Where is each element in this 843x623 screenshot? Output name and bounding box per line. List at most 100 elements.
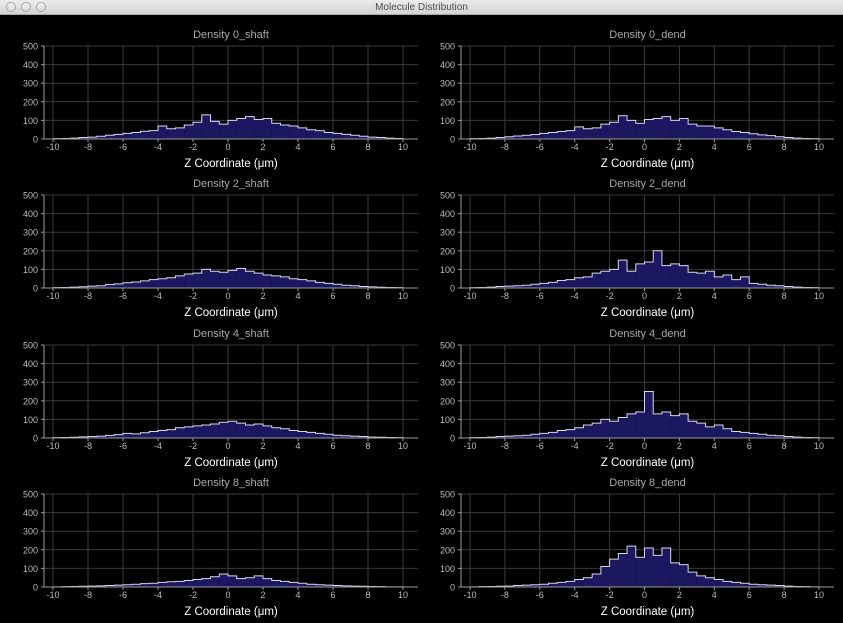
- histogram-bar: [263, 118, 272, 139]
- histogram-bar: [131, 282, 141, 288]
- y-tick-label: 100: [440, 564, 455, 574]
- histogram-bar: [289, 430, 298, 438]
- histogram-bar: [539, 433, 549, 438]
- y-tick-label: 500: [23, 191, 38, 201]
- histogram-bar: [298, 583, 307, 587]
- x-tick-label: 0: [642, 590, 647, 600]
- histogram-bar: [557, 430, 566, 438]
- histogram-bar: [688, 421, 697, 438]
- histogram-bar: [245, 577, 255, 587]
- histogram-bar: [289, 125, 298, 139]
- histogram-bar: [653, 250, 662, 288]
- histogram-bar: [609, 559, 619, 587]
- histogram-bar: [333, 133, 342, 139]
- y-tick-label: 0: [33, 434, 38, 444]
- y-tick-label: 200: [23, 97, 38, 107]
- histogram-bar: [749, 133, 758, 139]
- y-tick-label: 100: [23, 116, 38, 126]
- histogram-bar: [531, 434, 540, 438]
- histogram-bar: [635, 263, 645, 288]
- histogram-bar: [705, 426, 715, 438]
- x-axis-label: Z Coordinate (μm): [184, 307, 278, 319]
- y-tick-label: 300: [440, 527, 455, 537]
- histogram-bar: [184, 274, 193, 288]
- x-tick-label: -4: [571, 441, 579, 451]
- y-tick-label: 400: [440, 508, 455, 518]
- x-tick-label: -10: [463, 291, 476, 301]
- x-tick-label: 0: [642, 441, 647, 451]
- histogram-bar: [245, 424, 255, 438]
- histogram-bar: [271, 123, 281, 139]
- x-axis-label: Z Coordinate (μm): [601, 457, 695, 469]
- x-tick-label: -2: [189, 291, 197, 301]
- x-tick-label: -8: [501, 291, 509, 301]
- histogram-bar: [565, 279, 575, 288]
- histogram-bar: [740, 132, 750, 139]
- y-tick-label: 100: [440, 116, 455, 126]
- x-tick-label: 0: [225, 291, 230, 301]
- histogram-bar: [114, 134, 123, 139]
- y-tick-label: 100: [440, 415, 455, 425]
- histogram-bar: [522, 135, 532, 139]
- histogram-bar: [635, 411, 645, 438]
- histogram-bar: [565, 429, 575, 438]
- title-bar[interactable]: Molecule Distribution: [0, 0, 843, 15]
- histogram-bar: [306, 432, 316, 438]
- histogram-bar: [696, 423, 706, 438]
- x-tick-label: -6: [119, 142, 127, 152]
- x-tick-label: 10: [398, 590, 408, 600]
- y-tick-label: 0: [450, 284, 455, 294]
- histogram-bar: [254, 273, 263, 288]
- y-tick-label: 200: [23, 396, 38, 406]
- x-tick-label: 6: [330, 291, 335, 301]
- histogram-bar: [228, 120, 237, 139]
- histogram-bar: [289, 278, 298, 288]
- histogram-bar: [670, 562, 680, 587]
- x-tick-label: 2: [260, 142, 265, 152]
- x-tick-label: -2: [189, 142, 197, 152]
- x-tick-label: 6: [747, 291, 752, 301]
- histogram-bar: [140, 432, 150, 438]
- x-tick-label: 8: [782, 291, 787, 301]
- x-tick-label: -4: [154, 142, 162, 152]
- histogram-bar: [740, 276, 750, 288]
- histogram-bar: [114, 283, 123, 288]
- histogram-bar: [201, 114, 211, 139]
- x-tick-label: -10: [463, 590, 476, 600]
- histogram-bar: [714, 127, 724, 139]
- histogram-bar: [592, 127, 601, 139]
- x-tick-label: -8: [501, 142, 509, 152]
- histogram-bar: [600, 124, 610, 139]
- histogram-bar: [175, 275, 185, 288]
- x-tick-label: 2: [677, 291, 682, 301]
- histogram-bar: [271, 580, 281, 587]
- x-tick-label: -6: [536, 590, 544, 600]
- histogram-bar: [749, 433, 758, 438]
- x-tick-label: 10: [814, 142, 824, 152]
- histogram-bar: [661, 116, 671, 139]
- histogram-bar: [653, 118, 662, 139]
- x-axis-label: Z Coordinate (μm): [601, 307, 695, 319]
- x-tick-label: 2: [260, 590, 265, 600]
- histogram-bar: [158, 278, 167, 288]
- histogram-bar: [298, 127, 307, 139]
- histogram-bar: [263, 274, 272, 288]
- y-tick-label: 200: [440, 97, 455, 107]
- histogram-bar: [627, 413, 636, 438]
- histogram-bar: [635, 123, 645, 139]
- x-tick-label: 4: [712, 441, 717, 451]
- histogram-bar: [140, 131, 150, 139]
- histogram-bar: [324, 132, 333, 139]
- histogram-bar: [228, 270, 237, 288]
- x-tick-label: 4: [712, 590, 717, 600]
- histogram-bar: [341, 134, 351, 139]
- histogram-panel-4: Density 4_shaft0100200300400500-10 -8 -6 -4…: [23, 328, 418, 469]
- histogram-bar: [175, 127, 185, 139]
- x-tick-label: 4: [712, 291, 717, 301]
- histogram-bar: [644, 391, 654, 438]
- histogram-bar: [149, 279, 158, 288]
- histogram-bar: [653, 555, 662, 587]
- y-tick-label: 300: [23, 378, 38, 388]
- x-tick-label: 4: [295, 142, 300, 152]
- histogram-bar: [228, 575, 237, 587]
